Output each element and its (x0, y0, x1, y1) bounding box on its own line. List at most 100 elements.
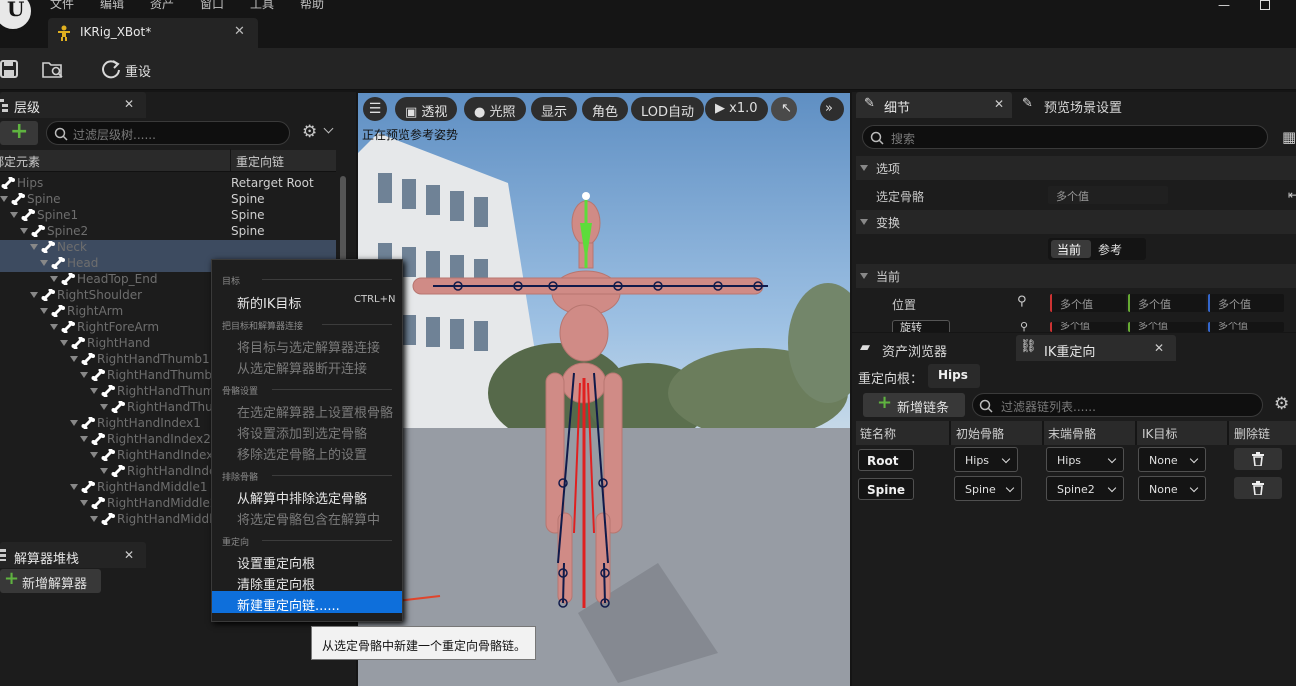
menu-exclude-bone[interactable]: 从解算中排除选定骨骼 (237, 488, 367, 507)
column-ik-goal[interactable]: IK目标 (1142, 425, 1177, 442)
tab-asset-browser[interactable]: ▰ 资产浏览器 (856, 335, 1014, 361)
maximize-icon[interactable] (1260, 0, 1270, 10)
end-bone-dropdown[interactable]: Hips (1046, 447, 1124, 472)
end-bone-dropdown[interactable]: Spine2 (1046, 476, 1124, 501)
position-z[interactable]: 多个值 (1208, 294, 1284, 312)
expand-arrow-icon[interactable] (80, 372, 88, 378)
tab-ik-retarget[interactable]: ⛓ IK重定向 ✕ (1016, 335, 1176, 361)
menu-edit[interactable]: 编辑 (100, 0, 124, 12)
hierarchy-row[interactable]: Hips Retarget Root (0, 176, 336, 192)
rotation-y[interactable]: 多个值 (1128, 322, 1206, 332)
menu-include-bone[interactable]: 将选定骨骼包含在解算中 (237, 509, 380, 528)
browse-folder-icon[interactable] (42, 59, 64, 79)
add-element-button[interactable]: + (0, 119, 38, 145)
start-bone-dropdown[interactable]: Spine (954, 476, 1022, 501)
show-button[interactable]: 显示 (531, 97, 578, 121)
expand-arrow-icon[interactable] (100, 404, 108, 410)
expand-arrow-icon[interactable] (30, 292, 38, 298)
position-y[interactable]: 多个值 (1128, 294, 1206, 312)
character-button[interactable]: 角色 (582, 97, 629, 121)
table-view-icon[interactable]: ▦ (1282, 128, 1296, 146)
rotation-mode-dropdown[interactable]: 旋转 (892, 320, 950, 332)
expand-arrow-icon[interactable] (90, 452, 98, 458)
close-panel-icon[interactable]: ✕ (124, 97, 134, 111)
menu-tools[interactable]: 工具 (250, 0, 274, 12)
section-current-header[interactable]: 当前 (856, 264, 1296, 288)
expand-arrow-icon[interactable] (20, 228, 28, 234)
hierarchy-row[interactable]: Neck (0, 240, 336, 256)
ik-goal-dropdown[interactable]: None (1138, 476, 1206, 501)
expand-arrow-icon[interactable] (90, 388, 98, 394)
expand-arrow-icon[interactable] (80, 500, 88, 506)
hierarchy-row[interactable]: Spine Spine (0, 192, 336, 208)
tab-details[interactable]: ✎ 细节 ✕ (856, 92, 1012, 118)
tab-hierarchy[interactable]: 层级 ✕ (0, 92, 146, 118)
hierarchy-row[interactable]: Spine2 Spine (0, 224, 336, 240)
menu-set-retarget-root[interactable]: 设置重定向根 (237, 553, 315, 572)
settings-gear-icon[interactable]: ⚙ (302, 122, 317, 142)
expand-arrow-icon[interactable] (90, 516, 98, 522)
expand-arrow-icon[interactable] (10, 212, 18, 218)
menu-new-ik-goal[interactable]: 新的IK目标 (237, 293, 301, 312)
toggle-reference[interactable]: 参考 (1098, 241, 1122, 258)
details-search-input[interactable]: 搜索 (862, 125, 1268, 149)
delete-chain-button[interactable] (1234, 477, 1282, 499)
menu-help[interactable]: 帮助 (300, 0, 324, 12)
toggle-current[interactable]: 当前 (1051, 240, 1091, 258)
column-delete-chain[interactable]: 删除链 (1234, 425, 1270, 442)
lod-button[interactable]: LOD自动 (631, 97, 705, 121)
minimize-icon[interactable]: — (1218, 0, 1230, 12)
menu-connect-goal[interactable]: 将目标与选定解算器连接 (237, 337, 380, 356)
section-transform-header[interactable]: 变换 (856, 210, 1296, 234)
save-icon[interactable] (0, 60, 18, 78)
hierarchy-row[interactable]: Spine1 Spine (0, 208, 336, 224)
tab-preview-scene[interactable]: ✎ 预览场景设置 (1020, 92, 1190, 118)
expand-arrow-icon[interactable] (60, 340, 68, 346)
add-chain-button[interactable]: + 新增链条 (863, 392, 965, 417)
delete-chain-button[interactable] (1234, 448, 1282, 470)
expand-arrow-icon[interactable] (40, 260, 48, 266)
column-end-bone[interactable]: 末端骨骼 (1048, 425, 1096, 442)
section-options-header[interactable]: 选项 (856, 156, 1296, 180)
menu-add-settings[interactable]: 将设置添加到选定骨骼 (237, 423, 367, 442)
close-panel-icon[interactable]: ✕ (124, 548, 134, 562)
rotation-z[interactable]: 多个值 (1208, 322, 1284, 332)
column-start-bone[interactable]: 初始骨骼 (956, 425, 1004, 442)
expand-arrow-icon[interactable] (30, 244, 38, 250)
close-panel-icon[interactable]: ✕ (994, 97, 1004, 111)
rotation-x[interactable]: 多个值 (1050, 322, 1126, 332)
viewport-menu-button[interactable]: ☰ (363, 97, 387, 121)
arrow-left-icon[interactable]: ⇤ (1288, 188, 1296, 202)
hierarchy-filter-input[interactable]: 过滤层级树...... (46, 121, 290, 145)
expand-arrow-icon[interactable] (70, 420, 78, 426)
close-panel-icon[interactable]: ✕ (1154, 341, 1164, 355)
chain-name-field[interactable]: Root (858, 449, 914, 471)
menu-assets[interactable]: 资产 (150, 0, 174, 12)
reset-button[interactable]: 重设 (125, 61, 151, 80)
column-retarget-chain[interactable]: 重定向链 (236, 153, 284, 170)
expand-arrow-icon[interactable] (100, 468, 108, 474)
menu-set-root-bone[interactable]: 在选定解算器上设置根骨骼 (237, 402, 393, 421)
chain-name-field[interactable]: Spine (858, 478, 914, 500)
expand-arrow-icon[interactable] (50, 324, 58, 330)
start-bone-dropdown[interactable]: Hips (954, 447, 1018, 472)
position-x[interactable]: 多个值 (1050, 294, 1126, 312)
expand-arrow-icon[interactable] (70, 484, 78, 490)
perspective-button[interactable]: ▣ 透视 (395, 97, 458, 121)
transform-gizmo-icon[interactable]: ⚲ (1020, 320, 1028, 332)
close-tab-icon[interactable]: ✕ (234, 24, 245, 39)
expand-arrow-icon[interactable] (0, 196, 8, 202)
column-chain-name[interactable]: 链名称 (860, 425, 896, 442)
chain-filter-input[interactable]: 过滤器链列表...... (972, 393, 1263, 417)
reset-icon[interactable] (100, 58, 122, 80)
ik-goal-dropdown[interactable]: None (1138, 447, 1206, 472)
column-bound-element[interactable]: 绑定元素 (0, 153, 40, 170)
menu-new-retarget-chain[interactable]: 新建重定向链...... (212, 591, 402, 614)
transform-gizmo-icon[interactable]: ⚲ (1017, 294, 1027, 309)
select-mode-button[interactable]: ↖ (771, 97, 797, 121)
menu-file[interactable]: 文件 (50, 0, 74, 12)
column-divider[interactable] (230, 149, 231, 171)
viewport[interactable]: ☰ ▣ 透视 ● 光照 显示 角色 LOD自动 ▶ x1.0 ↖ » 正在预览参… (358, 93, 850, 686)
more-options-button[interactable]: » (820, 97, 844, 121)
chevron-down-icon[interactable] (323, 123, 334, 134)
